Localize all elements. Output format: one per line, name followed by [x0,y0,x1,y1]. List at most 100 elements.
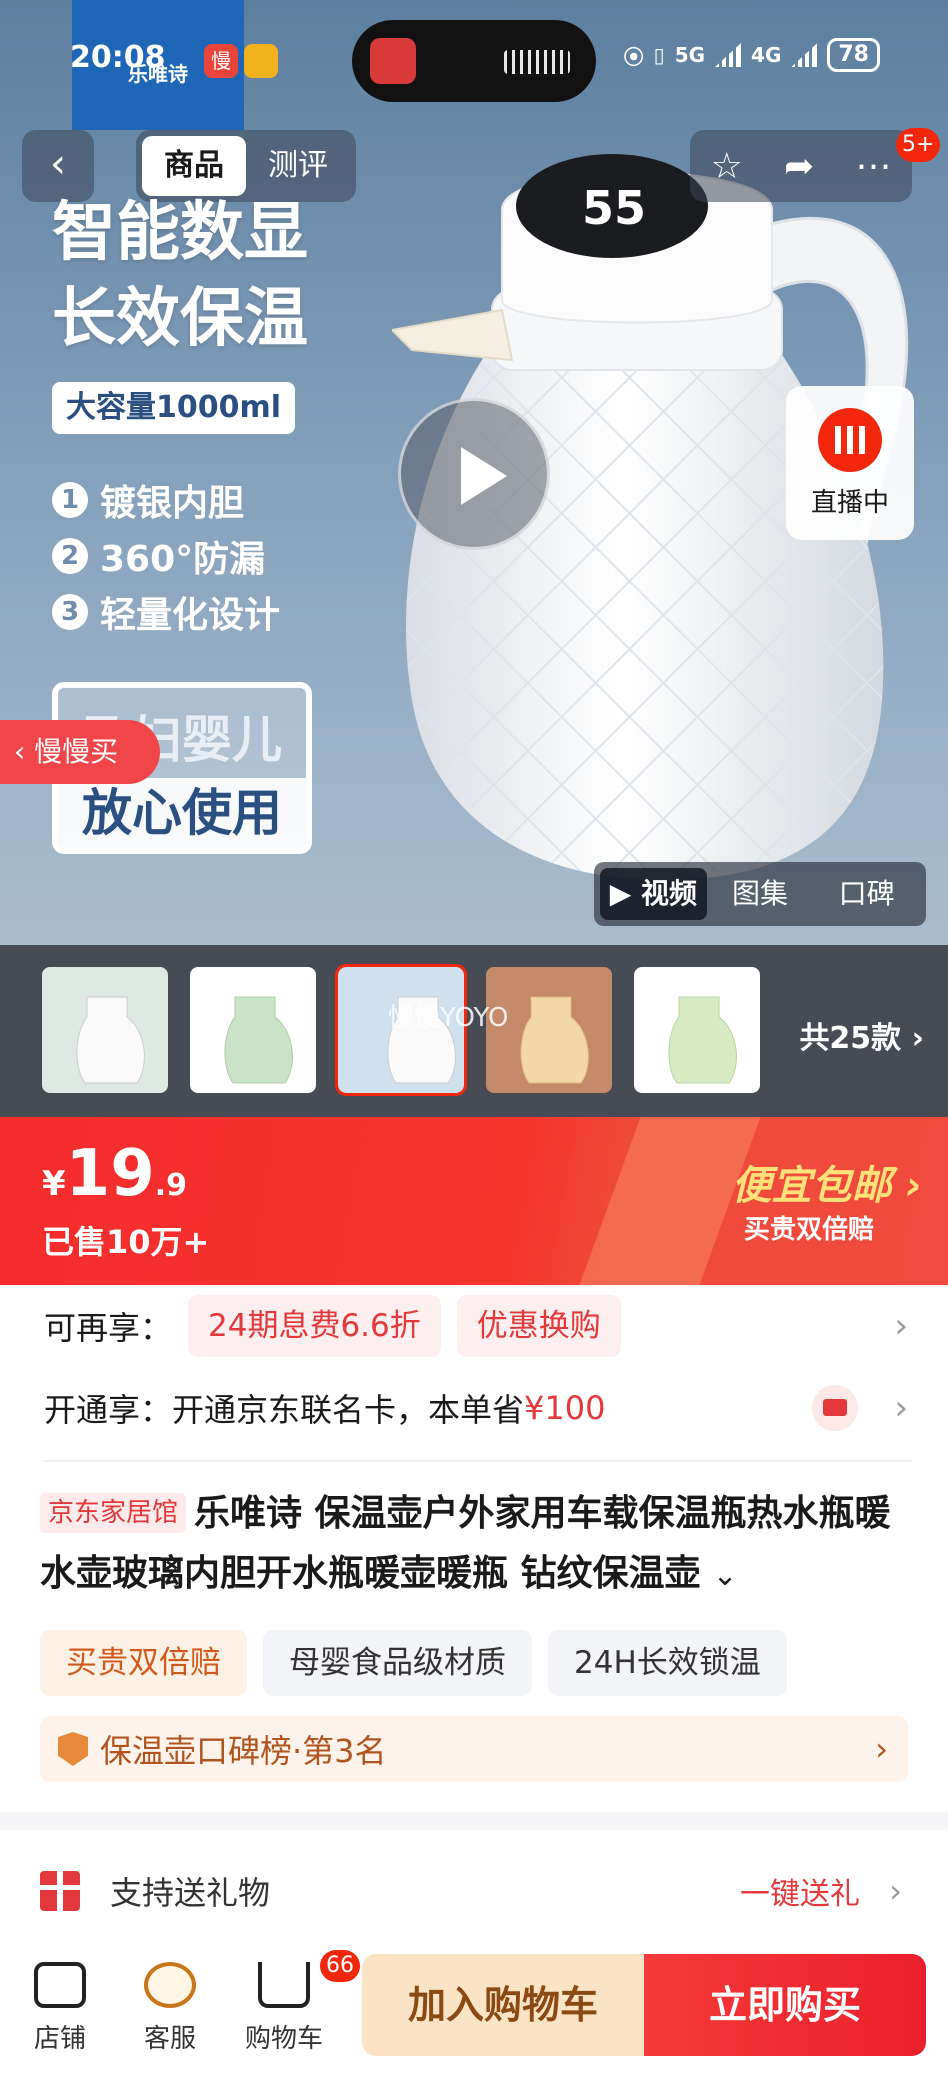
feature-text: 360°防漏 [100,539,266,580]
app-icon [244,44,278,78]
chip-material[interactable]: 母婴食品级材质 [263,1630,532,1696]
watermark-text: 慢慢YOYO [388,1003,509,1033]
send-gift-link[interactable]: 一键送礼 [740,1869,860,1913]
buy-now-button[interactable]: 立即购买 [644,1954,926,2056]
price-decimal: .9 [154,1168,188,1203]
variant-image [42,967,168,1093]
variant-thumbnail[interactable] [634,967,760,1093]
variant-thumbnail-strip: 慢慢YOYO 共25款 › [0,945,948,1117]
live-icon [818,408,882,472]
media-tab-video[interactable]: ▶ 视频 [600,868,707,920]
chevron-right-icon: › [894,1388,908,1428]
status-bar: 乐唯诗 20:08 慢 ⦿ ▯ 5G 4G 78 [0,0,948,130]
message-badge: 5+ [896,128,941,162]
chevron-right-icon: › [889,1872,902,1910]
feature-item: 1 镀银内胆 [52,472,280,528]
star-icon[interactable]: ☆ [711,146,743,187]
cart-button[interactable]: 66 购物车 [234,1950,360,2055]
svg-text:55: 55 [582,181,646,235]
feature-item: 2 360°防漏 [52,528,280,584]
cart-label: 购物车 [244,2024,323,2054]
network-1-label: 5G [674,43,706,67]
installment-tag[interactable]: 24期息费6.6折 [188,1295,441,1357]
media-tab-reviews[interactable]: 口碑 [813,868,920,920]
gift-icon [40,1871,80,1911]
price-banner: ¥19.9 已售10万+ 便宜包邮 › 买贵双倍赔 [0,1117,948,1285]
shop-tag: 京东家居馆 [40,1493,187,1533]
vibrate-icon: ▯ [653,43,665,67]
island-thumbnail-icon [370,38,416,84]
benefit-row-card[interactable]: 开通享： 开通京东联名卡，本单省 ¥100 › [44,1374,914,1442]
dynamic-island [352,20,596,102]
feature-number: 3 [52,594,88,630]
gift-row[interactable]: 支持送礼物 一键送礼 › [40,1856,908,1926]
price-integer: 19 [65,1137,155,1211]
product-detail-page: 55 乐唯诗 20:08 慢 ⦿ ▯ 5G 4G 78 ‹ 商品 测评 ☆ ➦ … [0,0,948,2100]
sold-count: 已售10万+ [42,1223,210,1261]
media-tab-gallery[interactable]: 图集 [707,868,814,920]
cheap-shipping-label: 便宜包邮 [731,1163,892,1209]
live-stream-button[interactable]: 直播中 [786,386,914,540]
cart-count-badge: 66 [320,1950,360,1982]
play-video-button[interactable] [398,398,550,550]
more-icon[interactable]: ⋯ [855,146,891,187]
medal-icon [58,1732,88,1766]
promo-line-2: 放心使用 [58,778,306,848]
variant-image [634,967,760,1093]
feature-chips: 买贵双倍赔 母婴食品级材质 24H长效锁温 [40,1630,787,1696]
service-label: 客服 [143,2024,196,2054]
share-icon[interactable]: ➦ [784,146,814,187]
media-tabs: ▶ 视频 图集 口碑 [594,862,926,926]
price: ¥19.9 [42,1137,187,1211]
variant-count-label: 共25款 [799,1021,902,1056]
ranking-text: 保温壶口碑榜·第3名 [100,1732,387,1770]
chevron-down-icon[interactable]: ⌄ [713,1546,738,1606]
hero-title-line1: 智能数显 [52,196,308,270]
battery-indicator: 78 [827,38,880,72]
customer-service-button[interactable]: 客服 [120,1962,220,2055]
chevron-right-icon: › [894,1306,908,1346]
variant-image [190,967,316,1093]
add-to-cart-button[interactable]: 加入购物车 [362,1954,644,2056]
price-currency: ¥ [42,1164,66,1204]
gift-label: 支持送礼物 [110,1874,271,1912]
shop-label: 店铺 [33,2024,86,2054]
section-gap [0,1812,948,1830]
capacity-pill: 大容量1000ml [52,382,296,434]
chevron-left-icon: ‹ [50,141,66,187]
mini-app-icon: 慢 [204,44,238,78]
feature-text: 镀银内胆 [100,483,245,524]
shop-button[interactable]: 店铺 [10,1962,110,2055]
chip-price-guarantee[interactable]: 买贵双倍赔 [40,1630,247,1696]
status-indicators: ⦿ ▯ 5G 4G 78 [624,38,880,72]
product-title[interactable]: 京东家居馆 乐唯诗 保温壶户外家用车载保温瓶热水瓶暖水壶玻璃内胆开水瓶暖壶暖瓶 钻… [40,1484,920,1606]
cheap-shipping-link[interactable]: 便宜包邮 › [732,1153,922,1211]
tab-review[interactable]: 测评 [246,136,350,196]
live-label: 直播中 [810,488,889,518]
feature-text: 轻量化设计 [100,595,281,636]
double-compensation-label: 买贵双倍赔 [743,1215,874,1245]
ranking-bar[interactable]: 保温壶口碑榜·第3名 › [40,1716,908,1782]
network-2-label: 4G [751,43,782,67]
variant-thumbnail[interactable] [42,967,168,1093]
feature-number: 2 [52,538,88,574]
hero-media[interactable]: 55 乐唯诗 20:08 慢 ⦿ ▯ 5G 4G 78 ‹ 商品 测评 ☆ ➦ … [0,0,948,945]
tab-product[interactable]: 商品 [142,136,246,196]
nav-actions: ☆ ➦ ⋯ [690,130,912,202]
store-icon [34,1962,86,2008]
benefit-label: 可再享： [44,1309,173,1347]
slow-buy-label: 慢慢买 [34,735,119,768]
variant-thumbnail[interactable] [190,967,316,1093]
slow-buy-button[interactable]: ‹ 慢慢买 [0,720,160,784]
trade-in-tag[interactable]: 优惠换购 [456,1295,621,1357]
location-icon: ⦿ [623,44,644,69]
feature-list: 1 镀银内胆 2 360°防漏 3 轻量化设计 [52,472,280,640]
chip-heat-retention[interactable]: 24H长效锁温 [548,1630,787,1696]
signal-icon [715,43,742,67]
chevron-right-icon: › [875,1730,888,1768]
feature-number: 1 [52,482,88,518]
hero-title: 智能数显 长效保温 [52,190,308,362]
audio-wave-icon [504,50,570,74]
benefit-row-extra[interactable]: 可再享： 24期息费6.6折 优惠换购 › [44,1292,914,1360]
variant-count-button[interactable]: 共25款 › [799,1013,924,1057]
